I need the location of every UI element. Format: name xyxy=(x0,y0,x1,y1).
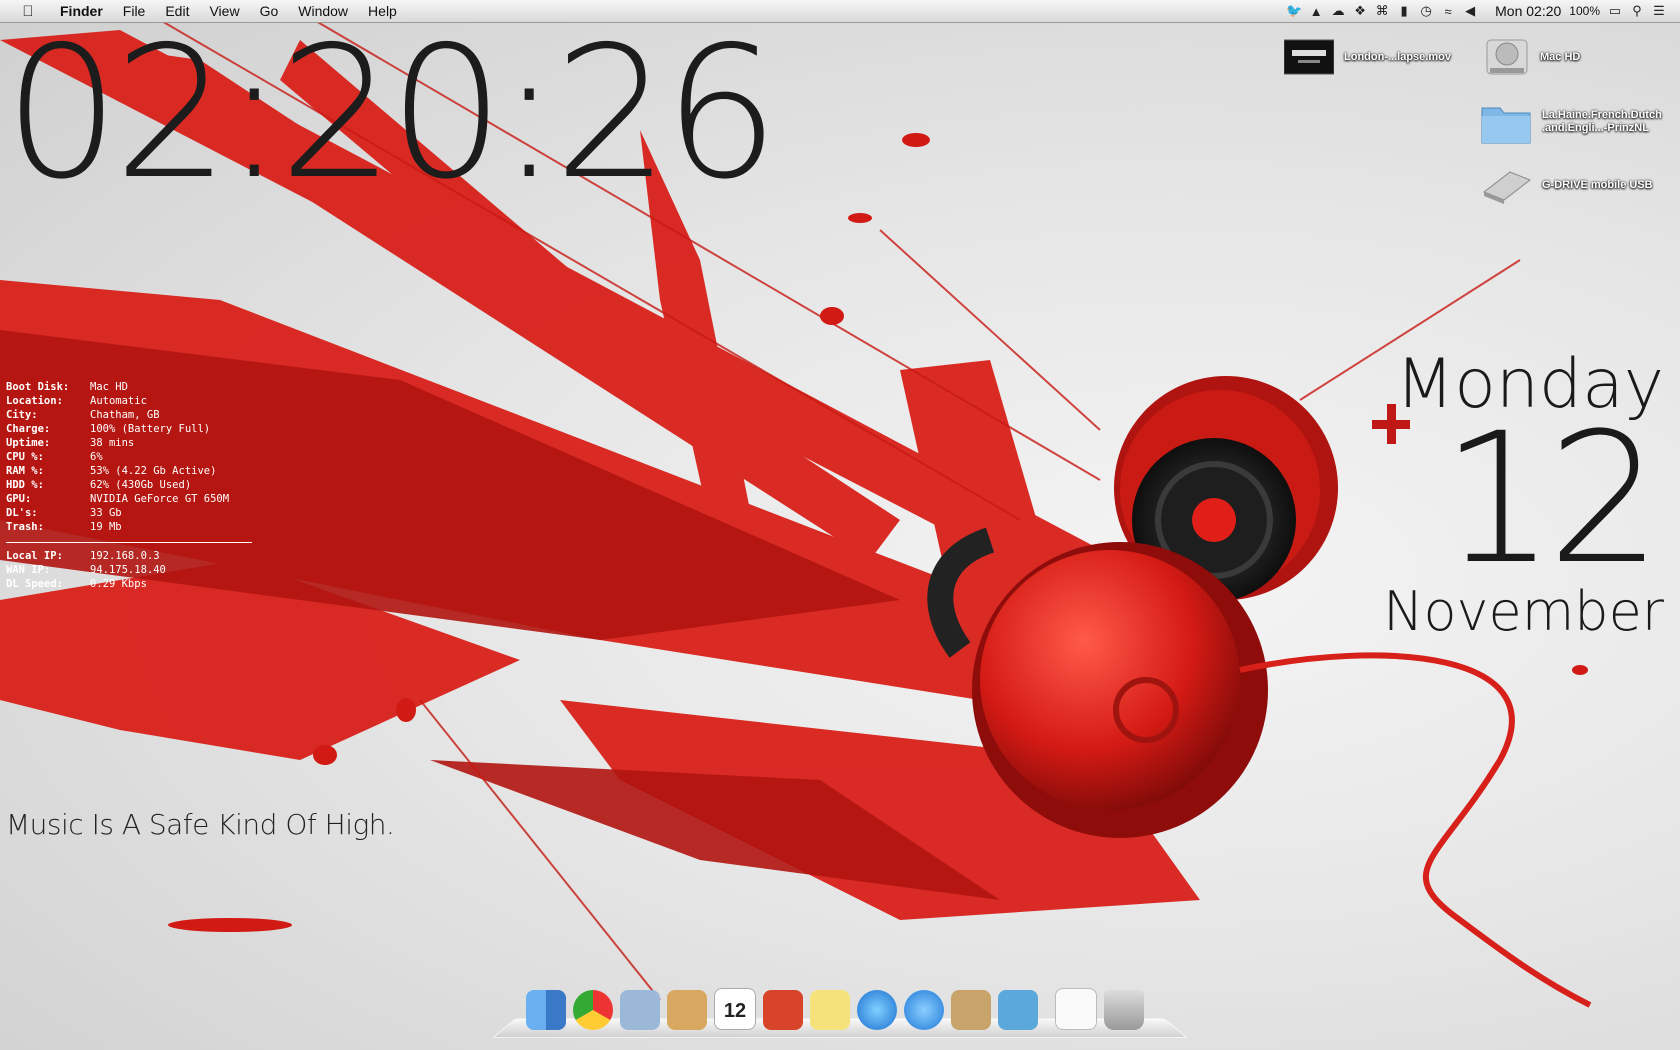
stat-value: 100% (Battery Full) xyxy=(90,423,211,435)
stat-row: GPU: NVIDIA GeForce GT 650M xyxy=(6,492,252,506)
stat-value: 38 mins xyxy=(90,437,135,449)
date-widget: Monday 12 November xyxy=(1383,350,1664,644)
stat-key: WAN IP: xyxy=(6,564,51,576)
stat-value: NVIDIA GeForce GT 650M xyxy=(90,493,230,505)
stat-key: DL's: xyxy=(6,507,38,519)
stat-value: 0.29 Kbps xyxy=(90,578,147,590)
stat-row: WAN IP: 94.175.18.40 xyxy=(6,563,252,577)
stat-key: Charge: xyxy=(6,423,51,435)
google-drive-icon[interactable]: ▲ xyxy=(1305,4,1327,19)
notification-center-icon[interactable]: ☰ xyxy=(1648,3,1670,19)
battery-percent[interactable]: 100% xyxy=(1569,4,1604,18)
stat-row: Charge: 100% (Battery Full) xyxy=(6,422,252,436)
desktop-item-mac-hd[interactable]: Mac HD xyxy=(1484,34,1670,80)
stat-key: Local IP: xyxy=(6,550,63,562)
dropbox-icon[interactable]: ❖ xyxy=(1349,3,1371,19)
desktop-item-label: London-...lapse.mov xyxy=(1344,50,1451,63)
stat-key: City: xyxy=(6,409,38,421)
stat-key: Uptime: xyxy=(6,437,51,449)
stickies-icon[interactable] xyxy=(810,990,850,1030)
system-stats-widget: Boot Disk: Mac HD Location: Automatic City: C… xyxy=(6,380,252,591)
twitter-app-icon[interactable] xyxy=(998,990,1038,1030)
menu-window[interactable]: Window xyxy=(288,0,358,22)
stat-row: CPU %: 6% xyxy=(6,450,252,464)
menu-bar:  Finder File Edit View Go Window Help 🐦… xyxy=(0,0,1680,23)
clock-widget: 02:20:26 xyxy=(4,7,779,219)
wunderlist-icon[interactable] xyxy=(763,990,803,1030)
stat-row: DL's: 33 Gb xyxy=(6,506,252,520)
menu-file[interactable]: File xyxy=(113,0,156,22)
time-machine-icon[interactable]: ◷ xyxy=(1415,3,1437,19)
menu-go[interactable]: Go xyxy=(250,0,289,22)
menu-edit[interactable]: Edit xyxy=(155,0,199,22)
stat-key: HDD %: xyxy=(6,479,44,491)
stat-value: Automatic xyxy=(90,395,147,407)
battery-bars-icon[interactable]: ▮ xyxy=(1393,3,1415,19)
itunes-icon[interactable] xyxy=(857,990,897,1030)
stat-value: 19 Mb xyxy=(90,521,122,533)
stat-value: 6% xyxy=(90,451,103,463)
dock: 12 xyxy=(492,988,1188,1042)
volume-icon[interactable]: ◀ xyxy=(1459,3,1481,19)
spotlight-search-icon[interactable]: ⚲ xyxy=(1626,3,1648,19)
stats-divider xyxy=(6,542,252,543)
desktop-item-gdrive[interactable]: G-DRIVE mobile USB xyxy=(1480,166,1672,204)
stat-row: HDD %: 62% (430Gb Used) xyxy=(6,478,252,492)
folder-icon xyxy=(1481,107,1531,144)
calendar-icon[interactable]: 12 xyxy=(714,988,756,1030)
menu-view[interactable]: View xyxy=(199,0,249,22)
twitter-icon[interactable]: 🐦 xyxy=(1283,3,1305,19)
wifi-icon[interactable]: ≈ xyxy=(1437,4,1459,19)
stat-key: DL Speed: xyxy=(6,578,63,590)
desktop-item-folder[interactable]: La.Haine.French.Dutch .and.Engli...-Prin… xyxy=(1480,100,1672,144)
mail-bird-icon[interactable] xyxy=(620,990,660,1030)
stat-row: Trash: 19 Mb xyxy=(6,520,252,534)
desktop-item-label: Mac HD xyxy=(1540,50,1581,63)
stat-row: Local IP: 192.168.0.3 xyxy=(6,549,252,563)
date-month: November xyxy=(1383,580,1664,643)
stat-row: City: Chatham, GB xyxy=(6,408,252,422)
rss-icon[interactable]: ⌘ xyxy=(1371,3,1393,19)
torrent-file-icon[interactable] xyxy=(1055,988,1097,1030)
stat-row: Uptime: 38 mins xyxy=(6,436,252,450)
stat-key: CPU %: xyxy=(6,451,44,463)
stat-value: 192.168.0.3 xyxy=(90,550,160,562)
stat-key: Boot Disk: xyxy=(6,381,70,393)
app-store-icon[interactable] xyxy=(904,990,944,1030)
movie-file-icon xyxy=(1284,39,1334,75)
stat-value: 53% (4.22 Gb Active) xyxy=(90,465,217,477)
apple-menu-icon[interactable]:  xyxy=(18,3,38,20)
menubar-clock[interactable]: Mon 02:20 xyxy=(1481,3,1569,19)
quote-text: Music Is A Safe Kind Of High. xyxy=(6,808,395,841)
stat-value: 62% (430Gb Used) xyxy=(90,479,192,491)
trash-icon[interactable] xyxy=(1104,990,1144,1030)
stat-value: 33 Gb xyxy=(90,507,122,519)
stat-value: Mac HD xyxy=(90,381,128,393)
external-drive-icon xyxy=(1482,171,1532,204)
battery-icon[interactable]: ▭ xyxy=(1604,3,1626,19)
address-book-icon[interactable] xyxy=(667,990,707,1030)
desktop-item-label: La.Haine.French.Dutch .and.Engli...-Prin… xyxy=(1542,109,1662,134)
date-number: 12 xyxy=(1440,395,1662,604)
stat-key: RAM %: xyxy=(6,465,44,477)
stat-value: Chatham, GB xyxy=(90,409,160,421)
finder-icon[interactable] xyxy=(526,990,566,1030)
stat-key: Trash: xyxy=(6,521,44,533)
recycle-box-icon[interactable] xyxy=(951,990,991,1030)
stat-row: Boot Disk: Mac HD xyxy=(6,380,252,394)
desktop-item-movie[interactable]: London-...lapse.mov xyxy=(1284,38,1474,76)
stat-value: 94.175.18.40 xyxy=(90,564,166,576)
stat-row: Location: Automatic xyxy=(6,394,252,408)
stat-row: DL Speed: 0.29 Kbps xyxy=(6,577,252,591)
menu-app-finder[interactable]: Finder xyxy=(50,0,113,22)
hard-drive-icon xyxy=(1486,39,1528,75)
stat-key: GPU: xyxy=(6,493,32,505)
cloud-icon[interactable]: ☁ xyxy=(1327,3,1349,19)
desktop-item-label: G-DRIVE mobile USB xyxy=(1542,178,1653,191)
menu-help[interactable]: Help xyxy=(358,0,407,22)
stat-key: Location: xyxy=(6,395,63,407)
chrome-icon[interactable] xyxy=(573,990,613,1030)
stat-row: RAM %: 53% (4.22 Gb Active) xyxy=(6,464,252,478)
